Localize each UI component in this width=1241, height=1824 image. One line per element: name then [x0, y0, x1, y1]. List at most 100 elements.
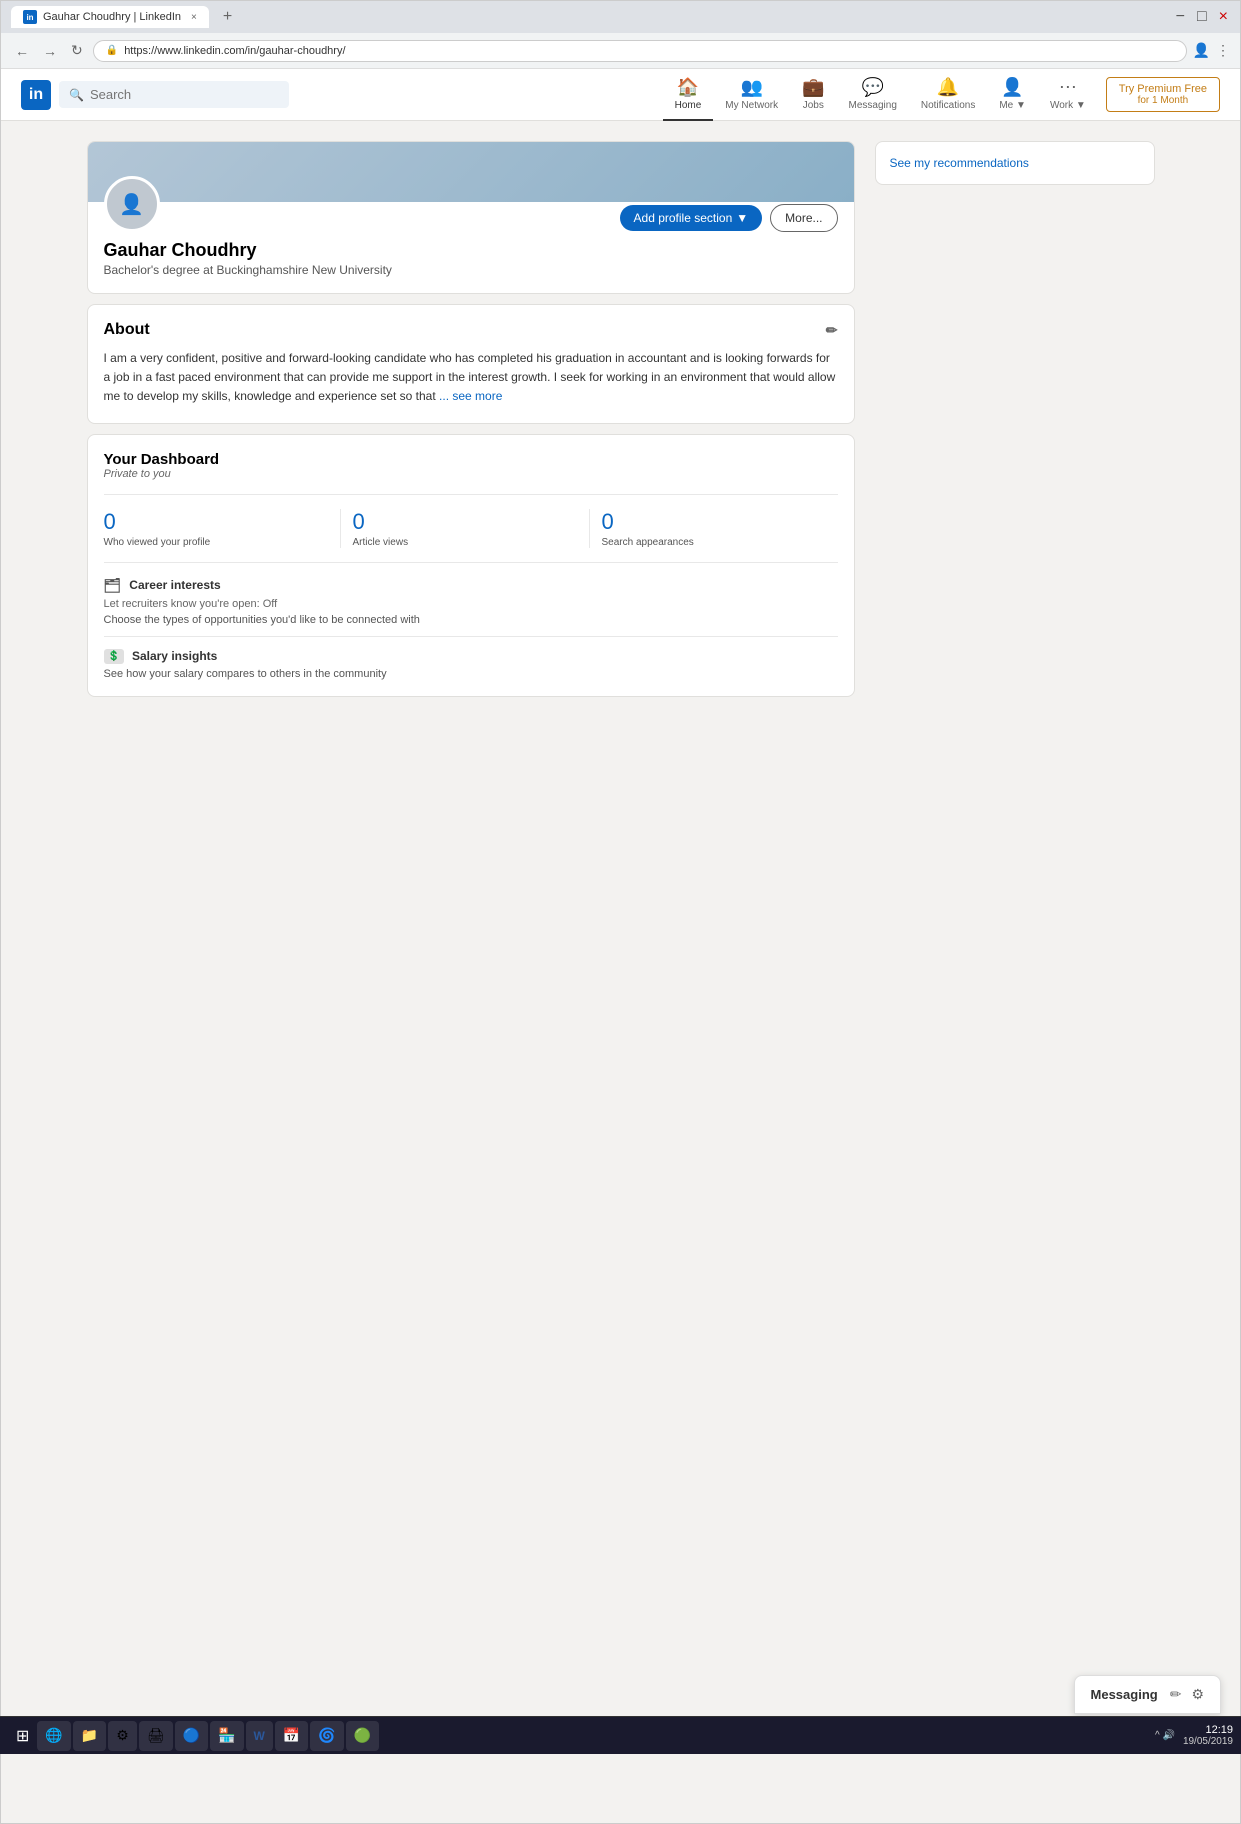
nav-messaging-label: Messaging — [849, 100, 897, 111]
close-button[interactable]: × — [1217, 8, 1230, 26]
search-appearances-label: Search appearances — [602, 537, 826, 548]
salary-icon: 💲 — [104, 649, 124, 664]
minimize-button[interactable]: − — [1174, 8, 1187, 26]
search-container: 🔍 — [59, 81, 289, 108]
taskbar-item-chrome2[interactable]: 🌀 — [310, 1721, 343, 1751]
tab-title: Gauhar Choudhry | LinkedIn — [43, 11, 181, 23]
browser-nav-icons: 👤 ⋮ — [1193, 42, 1230, 59]
career-icon: 🗂 — [104, 577, 122, 594]
messaging-edit-icon[interactable]: ✏ — [1170, 1686, 1182, 1703]
nav-notifications[interactable]: 🔔 Notifications — [909, 69, 987, 121]
taskbar-browser-icon: 🌐 — [45, 1727, 62, 1744]
browser-titlebar: in Gauhar Choudhry | LinkedIn × + − □ × — [1, 1, 1240, 33]
tab-favicon: in — [23, 10, 37, 24]
article-views-number: 0 — [353, 509, 577, 535]
nav-messaging[interactable]: 💬 Messaging — [837, 69, 909, 121]
taskbar-store-icon: 🏪 — [218, 1727, 235, 1744]
messaging-nav-icon: 💬 — [861, 77, 883, 98]
see-more-link[interactable]: ... see more — [439, 389, 502, 403]
taskbar-calendar-icon: 📅 — [283, 1727, 300, 1744]
search-input[interactable] — [90, 87, 279, 102]
messaging-bar-icons: ✏ ⚙ — [1170, 1686, 1204, 1703]
nav-home[interactable]: 🏠 Home — [663, 69, 714, 121]
start-button[interactable]: ⊞ — [8, 1726, 37, 1746]
dashboard-subtitle: Private to you — [104, 468, 838, 480]
right-column: See my recommendations — [875, 141, 1155, 697]
premium-button[interactable]: Try Premium Free for 1 Month — [1106, 77, 1220, 112]
career-interests-header: 🗂 Career interests — [104, 577, 838, 594]
tab-close-button[interactable]: × — [191, 12, 197, 23]
messaging-bar[interactable]: Messaging ✏ ⚙ — [1074, 1675, 1221, 1714]
browser-navbar: ← → ↻ 🔒 https://www.linkedin.com/in/gauh… — [1, 33, 1240, 69]
nav-work[interactable]: ⋯ Work ▼ — [1038, 69, 1098, 121]
forward-button[interactable]: → — [39, 41, 61, 61]
more-button[interactable]: More... — [770, 204, 837, 232]
home-icon: 🏠 — [677, 77, 699, 98]
work-icon: ⋯ — [1059, 77, 1077, 98]
taskbar-hp-icon: 🖨 — [147, 1727, 165, 1744]
search-icon: 🔍 — [69, 88, 84, 102]
maximize-button[interactable]: □ — [1195, 8, 1209, 26]
recommendations-card: See my recommendations — [875, 141, 1155, 185]
taskbar-items: 🌐 📁 ⚙ 🖨 🔵 🏪 W 📅 🌀 🟢 — [37, 1721, 1155, 1751]
profile-views-number: 0 — [104, 509, 328, 535]
menu-icon[interactable]: ⋮ — [1216, 42, 1230, 59]
nav-network-label: My Network — [725, 100, 778, 111]
stat-profile-views[interactable]: 0 Who viewed your profile — [104, 509, 341, 548]
taskbar-item-chrome[interactable]: 🔵 — [175, 1721, 208, 1751]
address-bar[interactable]: 🔒 https://www.linkedin.com/in/gauhar-cho… — [93, 40, 1187, 62]
add-profile-section-button[interactable]: Add profile section ▼ — [620, 205, 763, 231]
taskbar-tray: ^ 🔊 — [1155, 1730, 1175, 1741]
stat-article-views[interactable]: 0 Article views — [341, 509, 590, 548]
search-appearances-number: 0 — [602, 509, 826, 535]
main-content: 👤 Add profile section ▼ More... Gauhar C… — [71, 141, 1171, 697]
messaging-settings-icon[interactable]: ⚙ — [1191, 1686, 1204, 1703]
taskbar-item-spotify[interactable]: 🟢 — [346, 1721, 379, 1751]
me-icon: 👤 — [1001, 77, 1023, 98]
about-edit-button[interactable]: ✏ — [826, 322, 838, 339]
linkedin-app: in 🔍 🏠 Home 👥 My Network 💼 Jobs — [1, 69, 1240, 1823]
taskbar-item-store[interactable]: 🏪 — [210, 1721, 243, 1751]
left-column: 👤 Add profile section ▼ More... Gauhar C… — [87, 141, 855, 697]
taskbar-item-hp[interactable]: 🖨 — [139, 1721, 173, 1751]
profile-icon[interactable]: 👤 — [1193, 42, 1210, 59]
profile-header-card: 👤 Add profile section ▼ More... Gauhar C… — [87, 141, 855, 294]
taskbar-right: ^ 🔊 12:19 19/05/2019 — [1155, 1724, 1233, 1747]
dashboard-stats: 0 Who viewed your profile 0 Article view… — [104, 494, 838, 548]
career-desc: Choose the types of opportunities you'd … — [104, 614, 838, 626]
jobs-icon: 💼 — [802, 77, 824, 98]
taskbar-word-icon: W — [254, 1729, 265, 1743]
refresh-button[interactable]: ↻ — [67, 40, 87, 61]
taskbar-item-settings[interactable]: ⚙ — [108, 1721, 137, 1751]
taskbar-chrome-icon: 🔵 — [183, 1727, 200, 1744]
nav-me[interactable]: 👤 Me ▼ — [987, 69, 1038, 121]
recommendations-link[interactable]: See my recommendations — [890, 156, 1029, 170]
nav-my-network[interactable]: 👥 My Network — [713, 69, 790, 121]
lock-icon: 🔒 — [106, 45, 118, 56]
taskbar-item-explorer[interactable]: 📁 — [73, 1721, 106, 1751]
career-sub: Let recruiters know you're open: Off — [104, 598, 838, 610]
premium-sub: for 1 Month — [1119, 95, 1207, 106]
dropdown-arrow-icon: ▼ — [736, 211, 748, 225]
stat-search-appearances[interactable]: 0 Search appearances — [590, 509, 838, 548]
notifications-icon: 🔔 — [937, 77, 959, 98]
nav-jobs[interactable]: 💼 Jobs — [790, 69, 836, 121]
premium-label: Try Premium Free — [1119, 83, 1207, 95]
taskbar-item-calendar[interactable]: 📅 — [275, 1721, 308, 1751]
salary-title: Salary insights — [132, 649, 217, 663]
profile-views-label: Who viewed your profile — [104, 537, 328, 548]
linkedin-header: in 🔍 🏠 Home 👥 My Network 💼 Jobs — [1, 69, 1240, 121]
salary-desc: See how your salary compares to others i… — [104, 668, 838, 680]
about-card-title: About ✏ — [104, 321, 838, 339]
browser-tab[interactable]: in Gauhar Choudhry | LinkedIn × — [11, 6, 209, 28]
network-icon: 👥 — [740, 77, 762, 98]
nav-me-label: Me ▼ — [999, 100, 1026, 111]
taskbar-item-word[interactable]: W — [246, 1721, 273, 1751]
back-button[interactable]: ← — [11, 41, 33, 61]
profile-info: 👤 Add profile section ▼ More... Gauhar C… — [88, 174, 854, 293]
article-views-label: Article views — [353, 537, 577, 548]
linkedin-logo: in — [21, 80, 51, 110]
new-tab-button[interactable]: + — [217, 8, 238, 26]
taskbar-time: 12:19 — [1183, 1724, 1233, 1736]
taskbar-item-browser[interactable]: 🌐 — [37, 1721, 70, 1751]
